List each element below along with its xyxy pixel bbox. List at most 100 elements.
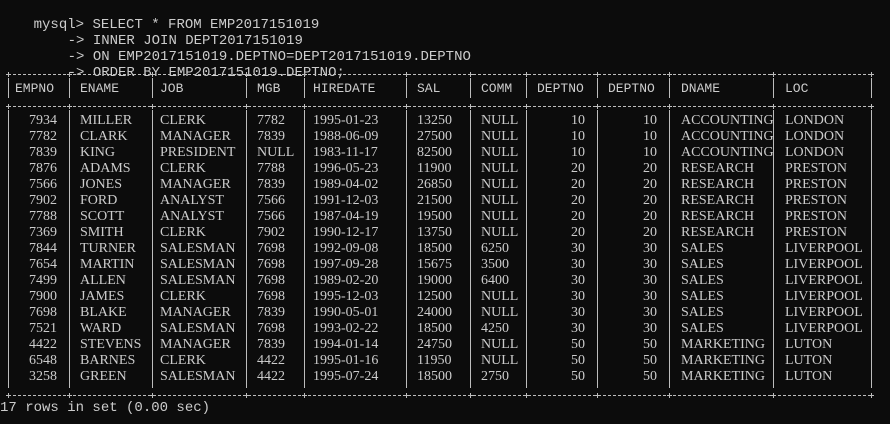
table-border-corner bbox=[244, 104, 249, 109]
cell-comm: 3500 bbox=[481, 257, 509, 272]
table-border-corner bbox=[6, 104, 11, 109]
cell-empno: 7844 bbox=[29, 241, 57, 256]
cell-hiredate: 1990-05-01 bbox=[313, 305, 379, 320]
table-column-divider bbox=[526, 110, 527, 388]
table-border-corner bbox=[771, 104, 776, 109]
cell-ename: BARNES bbox=[80, 353, 136, 368]
cell-loc: LUTON bbox=[785, 369, 833, 384]
cell-deptno-2: 20 bbox=[643, 177, 657, 192]
command-line-1: mysql> SELECT * FROM EMP2017151019 bbox=[0, 1, 320, 33]
cell-ename: JONES bbox=[80, 177, 123, 192]
table-border-corner bbox=[524, 104, 529, 109]
cell-empno: 7876 bbox=[29, 161, 57, 176]
cell-loc: PRESTON bbox=[785, 193, 847, 208]
cell-empno: 7934 bbox=[29, 113, 57, 128]
cell-ename: KING bbox=[80, 145, 115, 160]
cell-deptno-2: 30 bbox=[643, 241, 657, 256]
cell-deptno-2: 20 bbox=[643, 209, 657, 224]
terminal-window[interactable]: mysql> SELECT * FROM EMP2017151019 -> IN… bbox=[0, 0, 890, 424]
cell-job: MANAGER bbox=[160, 337, 231, 352]
cell-sal: 82500 bbox=[417, 145, 452, 160]
cell-deptno: 30 bbox=[571, 273, 585, 288]
cell-mgb: 7698 bbox=[257, 273, 285, 288]
table-column-divider bbox=[304, 110, 305, 388]
cell-job: MANAGER bbox=[160, 177, 231, 192]
table-border-corner bbox=[667, 72, 672, 77]
cell-deptno-2: 30 bbox=[643, 305, 657, 320]
table-column-divider bbox=[152, 78, 153, 98]
cell-empno: 7521 bbox=[29, 321, 57, 336]
cell-dname: SALES bbox=[681, 289, 724, 304]
table-border-corner bbox=[404, 72, 409, 77]
command-line-3: -> ON EMP2017151019.DEPTNO=DEPT201715101… bbox=[34, 33, 471, 65]
cell-empno: 7654 bbox=[29, 257, 57, 272]
cell-comm: NULL bbox=[481, 129, 519, 144]
cell-empno: 3258 bbox=[29, 369, 57, 384]
cell-dname: RESEARCH bbox=[681, 209, 755, 224]
cell-dname: SALES bbox=[681, 257, 724, 272]
table-border-corner bbox=[667, 104, 672, 109]
cell-sal: 24000 bbox=[417, 305, 452, 320]
cell-loc: PRESTON bbox=[785, 177, 847, 192]
cell-mgb: NULL bbox=[257, 145, 295, 160]
table-border-line bbox=[8, 74, 871, 75]
cell-deptno-2: 30 bbox=[643, 257, 657, 272]
table-column-divider bbox=[871, 110, 872, 388]
cell-comm: 4250 bbox=[481, 321, 509, 336]
cell-deptno: 20 bbox=[571, 209, 585, 224]
cell-mgb: 7839 bbox=[257, 129, 285, 144]
table-column-divider bbox=[246, 78, 247, 98]
cell-comm: 6250 bbox=[481, 241, 509, 256]
cell-dname: RESEARCH bbox=[681, 193, 755, 208]
cell-job: PRESIDENT bbox=[160, 145, 236, 160]
cell-dname: MARKETING bbox=[681, 369, 765, 384]
cell-empno: 7782 bbox=[29, 129, 57, 144]
cell-hiredate: 1992-09-08 bbox=[313, 241, 379, 256]
cell-sal: 19000 bbox=[417, 273, 452, 288]
cell-mgb: 7698 bbox=[257, 257, 285, 272]
cell-mgb: 7698 bbox=[257, 289, 285, 304]
cell-ename: JAMES bbox=[80, 289, 125, 304]
cell-loc: LUTON bbox=[785, 337, 833, 352]
cell-dname: ACCOUNTING bbox=[681, 145, 774, 160]
table-column-divider bbox=[246, 110, 247, 388]
cell-ename: TURNER bbox=[80, 241, 136, 256]
cell-comm: NULL bbox=[481, 209, 519, 224]
cell-hiredate: 1993-02-22 bbox=[313, 321, 379, 336]
cell-sal: 19500 bbox=[417, 209, 452, 224]
cell-loc: LONDON bbox=[785, 145, 845, 160]
cell-hiredate: 1990-12-17 bbox=[313, 225, 379, 240]
cell-deptno-2: 20 bbox=[643, 161, 657, 176]
table-border-corner bbox=[869, 104, 874, 109]
cell-loc: LIVERPOOL bbox=[785, 273, 863, 288]
cell-deptno-2: 20 bbox=[643, 225, 657, 240]
cell-loc: LONDON bbox=[785, 129, 845, 144]
cell-dname: MARKETING bbox=[681, 337, 765, 352]
cell-sal: 18500 bbox=[417, 241, 452, 256]
cell-dname: SALES bbox=[681, 241, 724, 256]
cell-hiredate: 1989-02-20 bbox=[313, 273, 379, 288]
column-header-deptno-2: DEPTNO bbox=[608, 81, 655, 96]
cell-sal: 21500 bbox=[417, 193, 452, 208]
table-column-divider bbox=[406, 110, 407, 388]
table-border-corner bbox=[302, 72, 307, 77]
table-border-corner bbox=[67, 104, 72, 109]
cell-dname: SALES bbox=[681, 321, 724, 336]
cell-hiredate: 1995-01-23 bbox=[313, 113, 379, 128]
cell-ename: CLARK bbox=[80, 129, 128, 144]
cell-loc: PRESTON bbox=[785, 209, 847, 224]
cell-job: SALESMAN bbox=[160, 369, 236, 384]
cell-deptno-2: 50 bbox=[643, 353, 657, 368]
cell-deptno: 20 bbox=[571, 225, 585, 240]
table-border-corner bbox=[595, 393, 600, 398]
cell-ename: MILLER bbox=[80, 113, 133, 128]
cell-deptno: 30 bbox=[571, 241, 585, 256]
column-header-loc: LOC bbox=[785, 81, 809, 96]
cell-sal: 24750 bbox=[417, 337, 452, 352]
table-border-corner bbox=[150, 72, 155, 77]
cell-comm: NULL bbox=[481, 225, 519, 240]
table-column-divider bbox=[69, 110, 70, 388]
status-footer: 17 rows in set (0.00 sec) bbox=[0, 400, 211, 416]
cell-hiredate: 1995-07-24 bbox=[313, 369, 379, 384]
cell-ename: ALLEN bbox=[80, 273, 126, 288]
